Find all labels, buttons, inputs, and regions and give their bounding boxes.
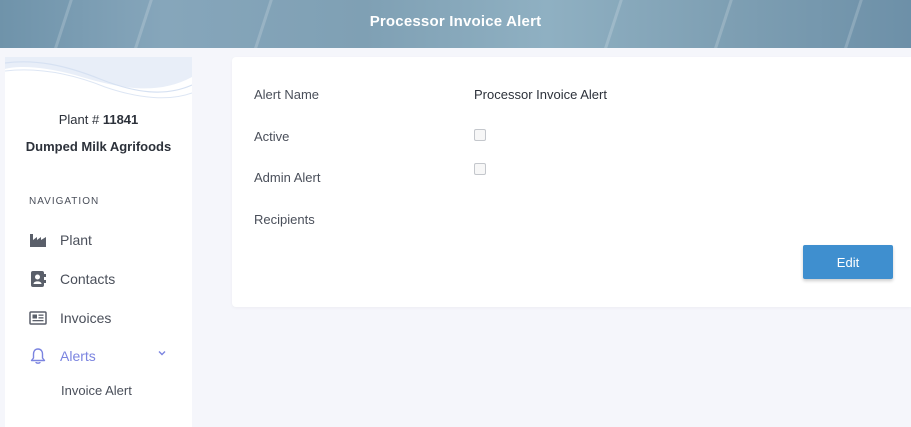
sidebar-item-label: Plant [60,232,92,248]
contact-book-icon [29,270,47,288]
newspaper-icon [29,309,47,327]
sidebar-item-contacts[interactable]: Contacts [29,268,179,290]
sidebar-item-label: Invoices [60,310,112,326]
active-label: Active [254,129,290,144]
sidebar-item-invoices[interactable]: Invoices [29,307,179,329]
sidebar-item-alerts[interactable]: Alerts [29,345,179,367]
sidebar-decoration [5,57,192,99]
sidebar-item-label: Alerts [60,348,96,364]
plant-name: Dumped Milk Agrifoods [25,139,172,154]
recipients-label: Recipients [254,212,315,227]
edit-button[interactable]: Edit [803,245,893,279]
chevron-down-icon[interactable] [157,348,167,358]
alert-name-value: Processor Invoice Alert [474,87,607,102]
sidebar-item-label: Contacts [60,271,116,287]
sidebar: Plant # 11841 Dumped Milk Agrifoods NAVI… [5,57,192,427]
admin-alert-checkbox[interactable] [474,163,486,175]
sidebar-item-plant[interactable]: Plant [29,229,179,251]
factory-icon [29,231,47,249]
page-title: Processor Invoice Alert [369,13,542,30]
alert-name-label: Alert Name [254,87,320,102]
bell-icon [29,347,47,365]
sidebar-subitem-invoice-alert[interactable]: Invoice Alert [61,383,132,398]
plant-number-prefix: Plant # [58,112,103,127]
active-checkbox[interactable] [474,129,486,141]
plant-number-value: 11841 [102,112,139,127]
plant-number: Plant # 11841 [5,112,192,127]
alert-details-card: Alert Name Processor Invoice Alert Activ… [232,57,911,307]
admin-alert-label: Admin Alert [254,170,321,185]
header-bar: Processor Invoice Alert [0,0,911,48]
nav-heading: NAVIGATION [29,196,100,207]
